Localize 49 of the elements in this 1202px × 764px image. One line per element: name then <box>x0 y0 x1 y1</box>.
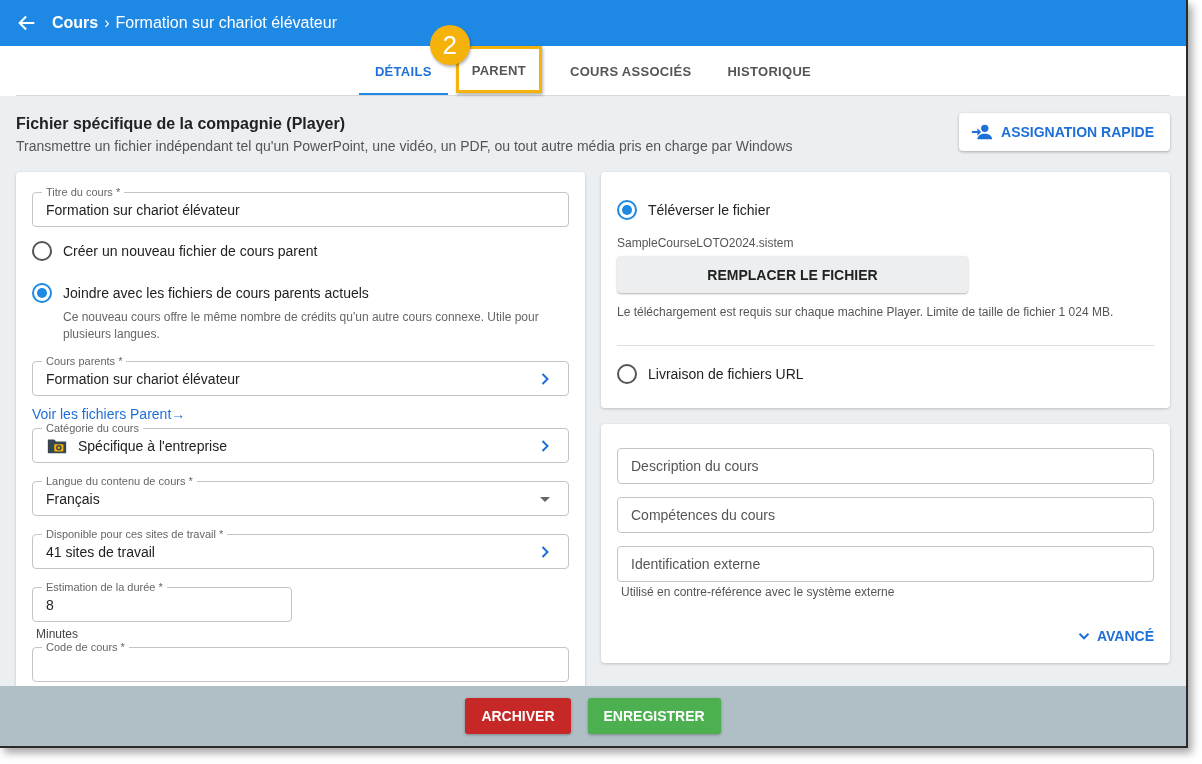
breadcrumb-link[interactable]: Cours <box>52 14 99 32</box>
radio-label[interactable]: Joindre avec les fichiers de cours parents actuels <box>63 285 369 301</box>
field-label: Estimation de la durée * <box>45 581 164 593</box>
text-field[interactable]: Compétences du cours <box>617 497 1154 533</box>
field-label: Titre du cours * <box>45 186 122 198</box>
field-label: Cours parents * <box>45 355 124 367</box>
radio-button[interactable] <box>32 241 52 261</box>
field-value: Formation sur chariot élévateur <box>46 371 240 387</box>
text-field[interactable]: Estimation de la durée * 8 <box>32 581 292 622</box>
text-field[interactable]: Catégorie du cours Spécifique à l'entreprise <box>32 422 569 463</box>
field-value: Spécifique à l'entreprise <box>78 438 227 454</box>
radio-button[interactable] <box>617 364 637 384</box>
tab[interactable]: HISTORIQUE <box>711 46 828 95</box>
text-field[interactable]: Cours parents * Formation sur chariot élévateur <box>32 355 569 396</box>
radio-button[interactable] <box>32 283 52 303</box>
text-field[interactable]: Code de cours * <box>32 641 569 682</box>
archive-button[interactable]: ARCHIVER <box>465 698 571 734</box>
radio-label[interactable]: Créer un nouveau fichier de cours parent <box>63 243 318 259</box>
page-title: Formation sur chariot élévateur <box>115 14 337 32</box>
upload-note: Le téléchargement est requis sur chaque machine Player. Limite de taille de fichier 1 024 MB. <box>617 305 1115 319</box>
radio-label[interactable]: Téléverser le fichier <box>648 202 771 218</box>
quick-assign-button[interactable]: ASSIGNATION RAPIDE <box>959 112 1170 151</box>
dropdown-arrow-icon <box>540 496 550 502</box>
field-value: Français <box>46 491 100 507</box>
field-value: Formation sur chariot élévateur <box>46 202 240 218</box>
field-label: Catégorie du cours <box>45 422 140 434</box>
unit-label: Minutes <box>36 627 80 641</box>
field-value: 8 <box>46 597 54 613</box>
field-label: Langue du contenu de cours * <box>45 475 194 487</box>
section-title: Fichier spécifique de la compagnie (Player) <box>16 115 346 133</box>
text-field[interactable]: Titre du cours * Formation sur chariot élévateur <box>32 186 569 227</box>
radio-label[interactable]: Livraison de fichiers URL <box>648 366 804 382</box>
field-value: 41 sites de travail <box>46 544 155 560</box>
text-field[interactable]: Description du cours <box>617 448 1154 484</box>
text-field[interactable]: Identification externe <box>617 546 1154 582</box>
field-label: Disponible pour ces sites de travail * <box>45 528 225 540</box>
field-label: Code de cours * <box>45 641 126 653</box>
advanced-button[interactable]: AVANCÉ <box>1074 627 1154 645</box>
help-text: Ce nouveau cours offre le même nombre de crédits qu'un autre cours connexe. Utile pour plusieurs langues. <box>63 309 540 343</box>
section-description: Transmettre un fichier indépendant tel qu'un PowerPoint, une vidéo, un PDF, ou tout autre média pris en charge par Windows <box>16 138 793 154</box>
replace-file-button[interactable]: REMPLACER LE FICHIER <box>617 256 968 293</box>
file-name: SampleCourseLOTO2024.sistem <box>617 236 795 250</box>
field-hint: Utilisé en contre-référence avec le système externe <box>621 585 896 599</box>
tab[interactable]: COURS ASSOCIÉS <box>553 46 708 95</box>
radio-button[interactable] <box>617 200 637 220</box>
text-field[interactable]: Disponible pour ces sites de travail * 41 sites de travail <box>32 528 569 569</box>
breadcrumb-separator: › <box>104 14 110 32</box>
view-parent-files-link[interactable]: Voir les fichiers Parent→ <box>32 406 569 422</box>
dropdown-field[interactable]: Langue du contenu de cours * Français <box>32 475 569 516</box>
